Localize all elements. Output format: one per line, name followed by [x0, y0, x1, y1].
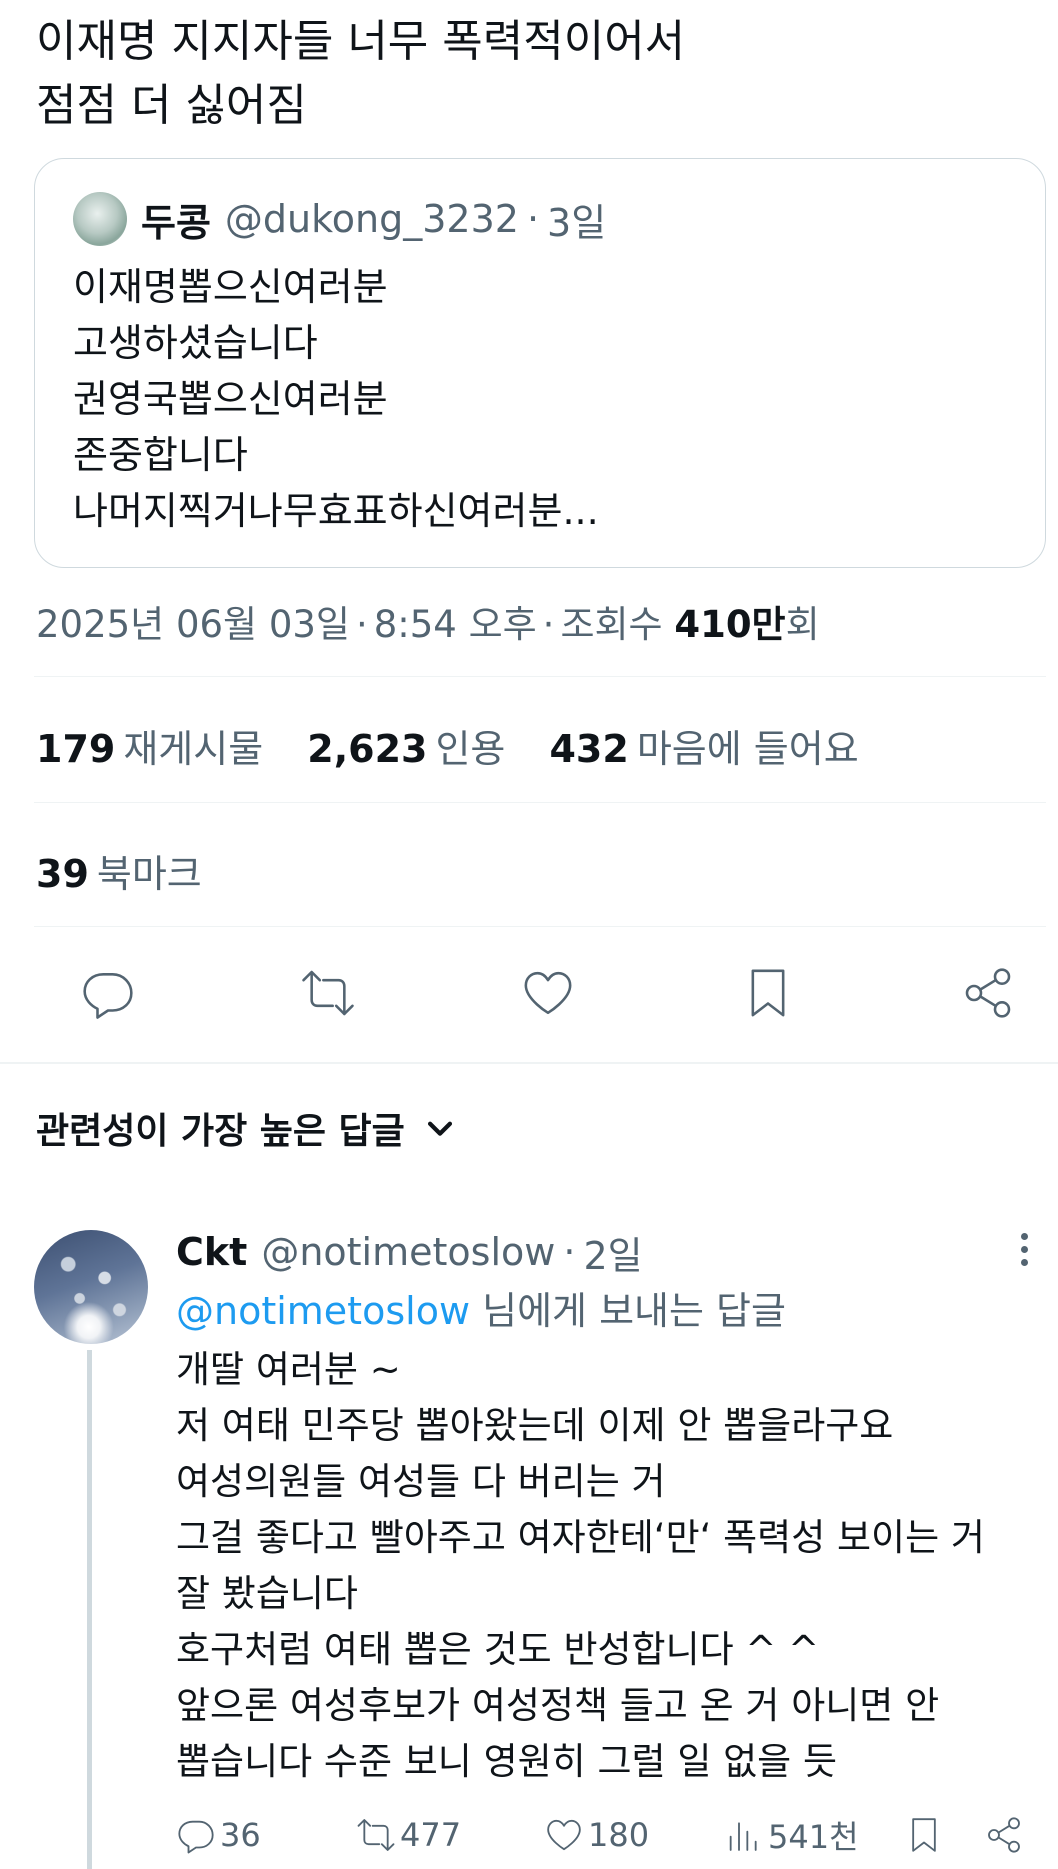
quote-line: 권영국뽑으신여러분 — [73, 377, 388, 421]
reply-line: 여성의원들 여성들 다 버리는 거 — [176, 1460, 666, 1503]
reply-reply-button[interactable]: 36 — [176, 1810, 261, 1860]
likes-stat[interactable]: 432 마음에 들어요 — [549, 727, 858, 771]
likes-label: 마음에 들어요 — [636, 727, 859, 771]
repost-icon — [302, 970, 354, 1016]
tweet-text: 이재명 지지자들 너무 폭력적이어서 점점 더 싫어짐 — [36, 10, 685, 138]
reply-line: 개딸 여러분 ~ — [176, 1348, 401, 1391]
reply-line: 잘 봤습니다 — [176, 1572, 358, 1615]
reply-views-button[interactable]: 541천 — [724, 1810, 859, 1860]
chevron-down-icon — [427, 1121, 452, 1136]
replies-sort-label: 관련성이 가장 높은 답글 — [36, 1111, 405, 1152]
separator-dot: · — [526, 197, 540, 241]
quotes-stat[interactable]: 2,623 인용 — [307, 727, 505, 771]
replying-to-suffix: 님에게 보내는 답글 — [470, 1289, 786, 1333]
reply-author-handle[interactable]: @notimetoslow — [261, 1230, 555, 1274]
repost-button[interactable] — [300, 965, 356, 1025]
thread-line — [87, 1350, 92, 1869]
quote-header: 두콩 @dukong_3232 · 3일 — [73, 189, 606, 249]
share-icon — [988, 1817, 1020, 1853]
quotes-count: 2,623 — [307, 727, 428, 771]
quote-author-handle[interactable]: @dukong_3232 — [225, 197, 519, 241]
share-button[interactable] — [960, 965, 1016, 1025]
reply-header: Ckt @notimetoslow · 2일 — [176, 1222, 643, 1282]
divider — [34, 926, 1046, 927]
section-divider — [0, 1062, 1058, 1064]
quoted-tweet-card[interactable]: 두콩 @dukong_3232 · 3일 이재명뽑으신여러분 고생하셨습니다 권… — [34, 158, 1046, 568]
divider — [34, 676, 1046, 677]
replies-sort-dropdown[interactable]: 관련성이 가장 높은 답글 — [36, 1102, 457, 1154]
likes-count: 432 — [549, 727, 629, 771]
tweet-meta: 2025년 06월 03일 · 8:54 오후 · 조회수 410만회 — [36, 594, 820, 648]
reply-line: 저 여태 민주당 뽑아왔는데 이제 안 뽑을라구요 — [176, 1404, 894, 1447]
reply-views-count: 541천 — [768, 1818, 859, 1856]
tweet-action-bar — [80, 965, 1016, 1025]
quote-author-name[interactable]: 두콩 — [141, 192, 211, 247]
like-button[interactable] — [520, 965, 576, 1025]
like-icon — [524, 971, 572, 1015]
reply-icon — [83, 973, 133, 1019]
reposts-count: 179 — [36, 727, 116, 771]
quote-line: 고생하셨습니다 — [73, 321, 318, 365]
reposts-stat[interactable]: 179 재게시물 — [36, 727, 263, 771]
reply-author-name[interactable]: Ckt — [176, 1230, 247, 1274]
bookmark-icon — [912, 1818, 936, 1852]
divider — [34, 802, 1046, 803]
quote-body: 이재명뽑으신여러분 고생하셨습니다 권영국뽑으신여러분 존중합니다 나머지찍거나… — [73, 259, 599, 539]
reposts-label: 재게시물 — [123, 727, 264, 771]
tweet-date[interactable]: 2025년 06월 03일 — [36, 603, 350, 646]
avatar[interactable] — [73, 192, 127, 246]
replying-to: @notimetoslow 님에게 보내는 답글 — [176, 1280, 786, 1335]
reply-line: 뽑습니다 수준 보니 영원히 그럴 일 없을 듯 — [176, 1740, 838, 1783]
reply-reposts-count: 477 — [400, 1816, 462, 1854]
reply-line: 앞으론 여성후보가 여성정책 들고 온 거 아니면 안 — [176, 1684, 940, 1727]
like-icon — [547, 1819, 581, 1851]
reply-replies-count: 36 — [220, 1816, 261, 1854]
more-icon[interactable] — [1012, 1228, 1036, 1276]
repost-icon — [357, 1819, 395, 1851]
views-label: 조회수 — [560, 603, 663, 646]
reply-button[interactable] — [80, 965, 136, 1025]
bookmarks-label: 북마크 — [96, 852, 202, 896]
bookmark-button[interactable] — [740, 965, 796, 1025]
reply-bookmark-button[interactable] — [904, 1810, 948, 1860]
engagement-stats: 179 재게시물 2,623 인용 432 마음에 들어요 — [36, 718, 891, 773]
views-icon — [729, 1822, 757, 1851]
reply-likes-count: 180 — [588, 1816, 650, 1854]
quote-line: 이재명뽑으신여러분 — [73, 265, 388, 309]
share-icon — [965, 968, 1011, 1018]
tweet-time[interactable]: 8:54 오후 — [374, 603, 537, 646]
reply-time[interactable]: 2일 — [583, 1225, 642, 1280]
tweet-text-line: 이재명 지지자들 너무 폭력적이어서 — [36, 16, 686, 67]
bookmarks-count: 39 — [36, 852, 89, 896]
bookmarks-stat[interactable]: 39 북마크 — [36, 843, 202, 898]
quotes-label: 인용 — [435, 727, 506, 771]
reply-line: 그걸 좋다고 빨아주고 여자한테‘만‘ 폭력성 보이는 거 — [176, 1516, 985, 1559]
bookmark-icon — [751, 969, 785, 1017]
reply-share-button[interactable] — [984, 1810, 1028, 1860]
separator-dot: · — [542, 603, 555, 646]
quote-line: 나머지찍거나무효표하신여러분... — [73, 489, 599, 533]
separator-dot: · — [355, 603, 368, 646]
quote-line: 존중합니다 — [73, 433, 248, 477]
views-count: 410만 — [674, 603, 786, 646]
reply-body: 개딸 여러분 ~ 저 여태 민주당 뽑아왔는데 이제 안 뽑을라구요 여성의원들… — [176, 1342, 985, 1790]
reply-icon — [178, 1820, 214, 1854]
separator-dot: · — [563, 1230, 576, 1274]
mention-link[interactable]: @notimetoslow — [176, 1289, 470, 1333]
views-unit: 회 — [785, 603, 820, 646]
reply-repost-button[interactable]: 477 — [356, 1810, 461, 1860]
reply-like-button[interactable]: 180 — [544, 1810, 649, 1860]
tweet-text-line: 점점 더 싫어짐 — [36, 80, 307, 131]
avatar[interactable] — [34, 1230, 148, 1344]
quote-time[interactable]: 3일 — [547, 192, 606, 247]
reply-line: 호구처럼 여태 뽑은 것도 반성합니다 ^ ^ — [176, 1628, 820, 1671]
